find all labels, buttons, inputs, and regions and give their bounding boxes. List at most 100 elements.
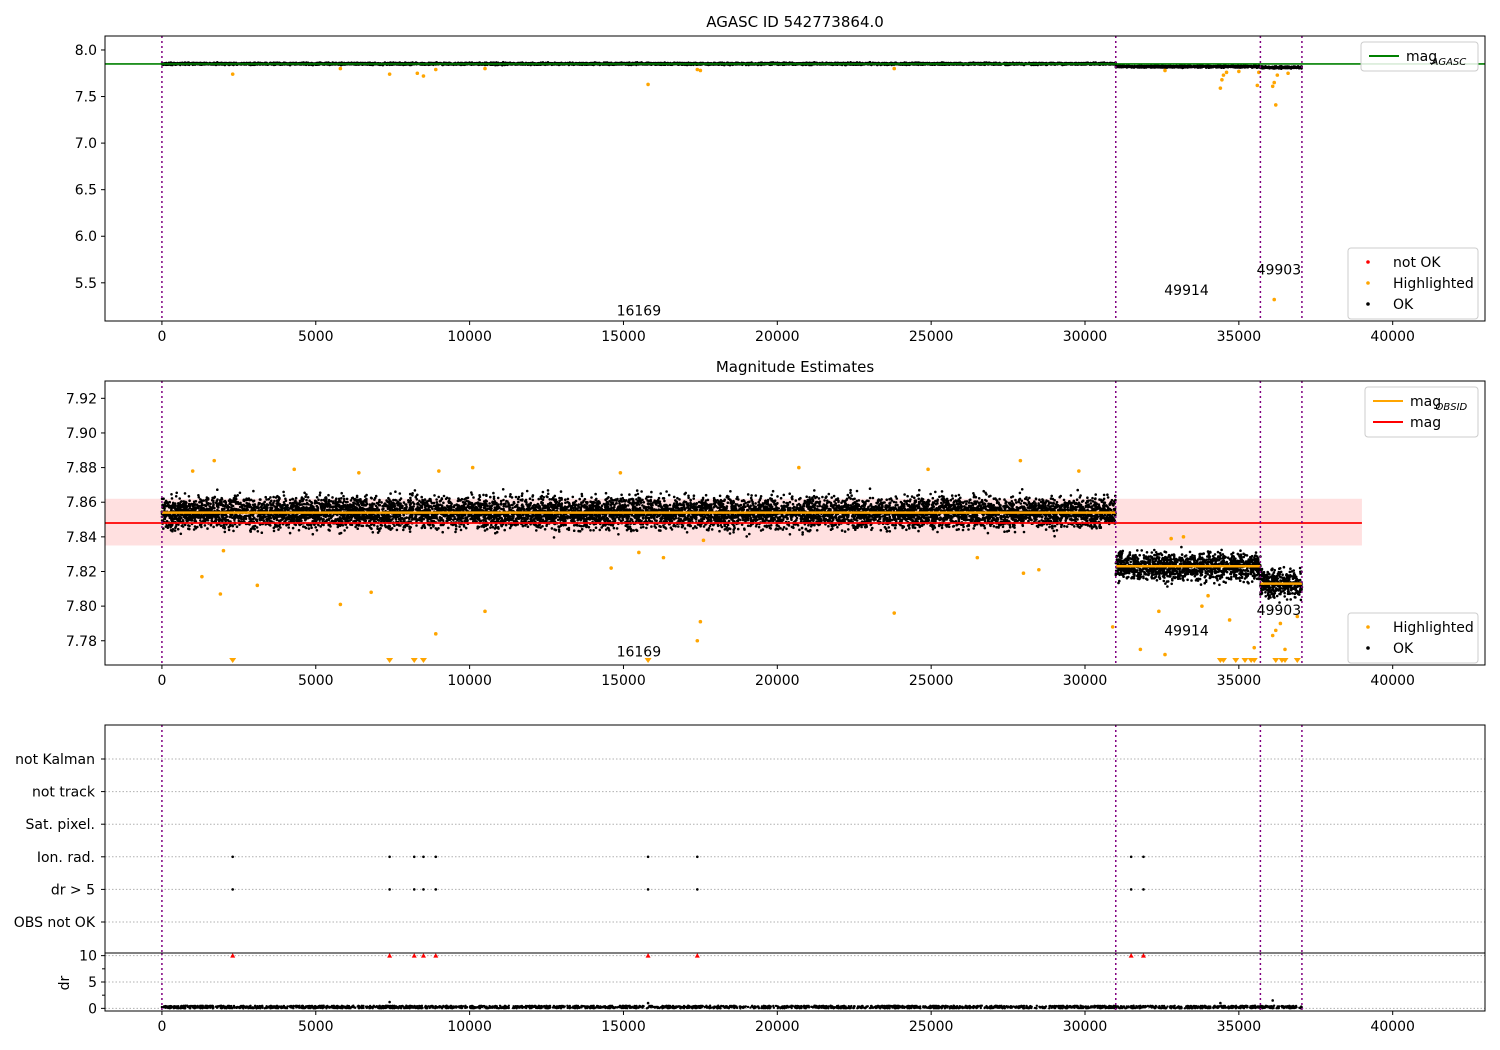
flag-point <box>696 888 699 891</box>
highlighted-point <box>637 550 641 555</box>
highlighted-point <box>1206 593 1210 598</box>
legend-mag-label-sub: OBSID <box>1436 402 1468 413</box>
panel-mag-estimates-plot: 16169 49914 49903 <box>105 381 1362 665</box>
y-tick-label: 7.0 <box>75 136 97 152</box>
obsid-label: 49914 <box>1164 624 1209 640</box>
highlighted-point <box>433 67 438 72</box>
legend-points-swatch <box>1366 646 1370 650</box>
flag-row-label: Ion. rad. <box>37 850 95 866</box>
highlighted-point <box>1273 103 1278 107</box>
obsid-label: 49914 <box>1164 283 1209 299</box>
x-tick-label: 35000 <box>1217 329 1262 345</box>
highlighted-point <box>1286 71 1290 76</box>
panel-agasc-plot: 16169 49914 49903 <box>105 36 1485 321</box>
highlighted-point <box>470 465 475 470</box>
dr-spike-point <box>1219 1001 1222 1005</box>
below-range-marker <box>1293 658 1301 663</box>
y-tick-label: 7.84 <box>66 530 97 546</box>
flag-point <box>231 888 234 891</box>
flag-point <box>388 855 391 859</box>
panel-mag-estimates-title: Magnitude Estimates <box>716 358 874 376</box>
dr-clipped-marker <box>694 953 700 958</box>
highlighted-point <box>483 66 487 71</box>
legend-status-swatch <box>1366 302 1370 306</box>
highlighted-point <box>190 469 195 473</box>
y-tick-label: 0 <box>88 1001 97 1017</box>
below-range-marker <box>419 658 427 663</box>
x-tick-label: 0 <box>157 673 166 689</box>
x-tick-label: 20000 <box>755 673 800 689</box>
dr-clipped-marker <box>387 953 393 958</box>
highlighted-point <box>892 66 897 71</box>
highlighted-point <box>701 538 706 543</box>
x-tick-label: 20000 <box>755 329 800 345</box>
x-tick-label: 40000 <box>1370 1019 1415 1035</box>
highlighted-point <box>433 632 438 636</box>
highlighted-point <box>695 638 700 643</box>
legend-status-swatch <box>1366 260 1370 264</box>
panel-mag-estimates-legends: magOBSIDmagHighlightedOK <box>1347 386 1479 664</box>
panel-mag-estimates: Magnitude Estimates 16169 49914 49903 0 500… <box>66 358 1486 689</box>
highlighted-point <box>1270 633 1275 638</box>
y-tick-label: 7.82 <box>66 564 97 580</box>
highlighted-point <box>1221 73 1226 77</box>
x-tick-label: 30000 <box>1063 673 1108 689</box>
highlighted-point <box>1163 68 1167 73</box>
highlighted-point <box>618 470 623 475</box>
below-range-marker <box>1241 658 1249 663</box>
highlighted-point <box>1237 69 1241 74</box>
x-tick-label: 20000 <box>755 1019 800 1035</box>
obsid-label: 49903 <box>1257 262 1302 278</box>
x-tick-label: 10000 <box>447 1019 492 1035</box>
panel-dr-plot <box>105 953 1485 1011</box>
legend-points-label: Highlighted <box>1393 620 1474 636</box>
flag-point <box>1129 855 1133 859</box>
x-tick-label: 30000 <box>1063 1019 1108 1035</box>
x-tick-label: 25000 <box>909 329 954 345</box>
highlighted-point <box>1218 86 1223 90</box>
highlighted-point <box>1220 77 1224 82</box>
x-tick-label: 10000 <box>447 673 492 689</box>
flag-row-label: dr > 5 <box>51 882 95 898</box>
below-range-marker <box>410 658 418 663</box>
panel-flags: not Kalman not track Sat. pixel. Ion. rad. d… <box>14 724 1486 954</box>
highlighted-point <box>1163 652 1167 657</box>
dr-axis-label: dr <box>57 975 73 990</box>
figure: AGASC ID 542773864.0 161694991449903 0 50… <box>14 13 1486 1035</box>
y-tick-label: 7.92 <box>66 391 97 407</box>
highlighted-point <box>1283 647 1287 652</box>
highlighted-point <box>1110 625 1115 629</box>
x-tick-label: 15000 <box>601 329 646 345</box>
highlighted-point <box>1018 458 1023 463</box>
below-range-marker <box>1272 658 1280 663</box>
obsid-label: 16169 <box>617 644 662 660</box>
legend-agasc-label-sub: AGASC <box>1431 57 1467 68</box>
legend-status-swatch <box>1366 281 1370 285</box>
x-tick-label: 15000 <box>601 1019 646 1035</box>
flag-point <box>696 855 699 859</box>
highlighted-point <box>1273 628 1278 633</box>
highlighted-point <box>1077 469 1081 473</box>
flag-point <box>646 888 650 891</box>
y-tick-label: 7.78 <box>66 634 97 650</box>
legend-points-swatch <box>1366 625 1370 629</box>
highlighted-point <box>221 548 226 553</box>
highlighted-point <box>255 583 260 588</box>
flag-point <box>231 855 234 859</box>
dr-points <box>160 1004 1303 1010</box>
highlighted-point <box>1255 83 1260 88</box>
x-tick-label: 35000 <box>1217 673 1262 689</box>
y-tick-label: 7.90 <box>66 426 97 442</box>
panel-agasc-title: AGASC ID 542773864.0 <box>706 13 884 31</box>
flag-point <box>1142 855 1145 859</box>
highlighted-point <box>1181 535 1186 539</box>
flag-row-label: not Kalman <box>15 752 95 768</box>
flag-point <box>412 888 416 891</box>
highlighted-point <box>1157 609 1161 614</box>
panel-agasc-legends: magAGASCnot OKHighlightedOK <box>1347 41 1479 320</box>
y-tick-label: 7.5 <box>75 90 97 106</box>
y-tick-label: 7.86 <box>66 495 97 511</box>
highlighted-point <box>212 458 217 463</box>
panel-agasc: AGASC ID 542773864.0 16169 49914 49903 0 50… <box>75 13 1486 345</box>
flag-point <box>646 855 650 859</box>
